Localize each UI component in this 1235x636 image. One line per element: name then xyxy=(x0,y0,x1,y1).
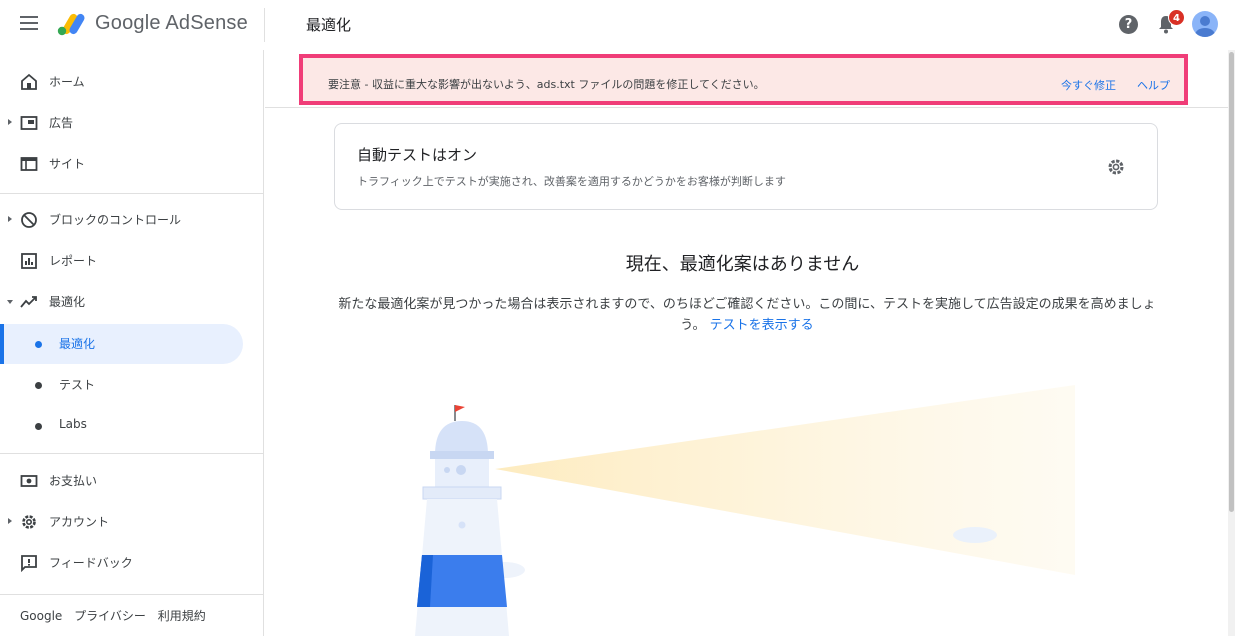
avatar[interactable] xyxy=(1192,11,1218,37)
sidebar: ホーム 広告 サイト ブロックのコントロール レポート 最適化 最適化 テスト … xyxy=(0,50,264,636)
sidebar-item-label: レポート xyxy=(49,254,98,268)
notifications-count-badge: 4 xyxy=(1168,9,1185,26)
home-icon xyxy=(21,73,37,90)
feedback-icon xyxy=(21,555,37,572)
empty-state-description: 新たな最適化案が見つかった場合は表示されますので、のちほどご確認ください。この間… xyxy=(335,294,1159,336)
light-beam xyxy=(495,385,1075,575)
sidebar-item-label: 最適化 xyxy=(49,295,86,309)
sidebar-item-label: ホーム xyxy=(49,75,85,89)
sidebar-subitem-labs[interactable]: Labs xyxy=(0,406,243,446)
cloud xyxy=(953,527,997,543)
optimization-icon xyxy=(20,296,37,308)
lighthouse-dome xyxy=(435,421,488,455)
sidebar-item-payments[interactable]: お支払い xyxy=(0,461,243,501)
top-app-bar: Google AdSense 最適化 ? 4 xyxy=(0,0,1235,50)
empty-state-title: 現在、最適化案はありません xyxy=(625,254,860,275)
bullet-dot-icon xyxy=(35,341,42,348)
alert-message: 要注意 - 収益に重大な影響が出ないよう、ads.txt ファイルの問題を修正し… xyxy=(328,78,765,91)
help-link[interactable]: ヘルプ xyxy=(1137,77,1170,93)
sidebar-item-reports[interactable]: レポート xyxy=(0,241,243,281)
sidebar-subitem-test[interactable]: テスト xyxy=(0,365,243,405)
sidebar-divider xyxy=(0,453,264,454)
sidebar-footer: Google プライバシー 利用規約 xyxy=(20,607,214,624)
scrollbar-thumb[interactable] xyxy=(1229,52,1234,512)
sidebar-item-ads[interactable]: 広告 xyxy=(0,103,243,143)
lamp-light xyxy=(456,465,466,475)
adsense-logo xyxy=(57,13,85,36)
ads-txt-alert-banner: 要注意 - 収益に重大な影響が出ないよう、ads.txt ファイルの問題を修正し… xyxy=(299,54,1188,105)
sidebar-item-label: ブロックのコントロール xyxy=(49,213,182,227)
auto-test-title: 自動テストはオン xyxy=(357,146,478,164)
flag-icon xyxy=(455,405,465,412)
sidebar-item-optimization[interactable]: 最適化 xyxy=(0,282,243,322)
auto-test-card: 自動テストはオン トラフィック上でテストが実施され、改善案を適用するかどうかをお… xyxy=(334,123,1158,210)
alert-strip: 要注意 - 収益に重大な影響が出ないよう、ads.txt ファイルの問題を修正し… xyxy=(265,50,1228,108)
sidebar-item-feedback[interactable]: フィードバック xyxy=(0,543,243,583)
auto-test-description: トラフィック上でテストが実施され、改善案を適用するかどうかをお客様が判断します xyxy=(357,175,786,188)
fix-now-link[interactable]: 今すぐ修正 xyxy=(1061,77,1116,93)
sidebar-item-label: アカウント xyxy=(49,515,110,529)
sidebar-item-label: お支払い xyxy=(49,474,98,488)
footer-privacy-link[interactable]: プライバシー xyxy=(74,609,146,623)
report-icon xyxy=(21,253,37,269)
sidebar-item-label: サイト xyxy=(49,157,86,171)
sidebar-divider xyxy=(0,594,264,595)
expand-caret-icon[interactable] xyxy=(8,216,12,222)
sidebar-divider xyxy=(0,193,264,194)
sidebar-subitem-label: テスト xyxy=(59,378,96,392)
sidebar-item-block-controls[interactable]: ブロックのコントロール xyxy=(0,200,243,240)
sidebar-item-label: フィードバック xyxy=(49,556,133,570)
lighthouse-illustration xyxy=(415,385,1075,636)
main-content: 要注意 - 収益に重大な影響が出ないよう、ads.txt ファイルの問題を修正し… xyxy=(265,50,1235,636)
user-avatar-icon xyxy=(1195,16,1215,37)
page-title: 最適化 xyxy=(306,16,352,34)
sidebar-item-sites[interactable]: サイト xyxy=(0,144,243,184)
bullet-dot-icon xyxy=(35,382,42,389)
sidebar-item-home[interactable]: ホーム xyxy=(0,62,243,102)
collapse-caret-icon[interactable] xyxy=(7,300,13,304)
scrollbar[interactable] xyxy=(1228,50,1235,636)
payments-icon xyxy=(20,475,38,487)
view-tests-link[interactable]: テストを表示する xyxy=(710,318,814,333)
menu-icon[interactable] xyxy=(20,16,38,30)
tower-window xyxy=(458,521,466,529)
sidebar-item-account[interactable]: アカウント xyxy=(0,502,243,542)
expand-caret-icon[interactable] xyxy=(8,119,12,125)
help-icon[interactable]: ? xyxy=(1119,15,1138,34)
ads-icon xyxy=(20,116,38,130)
lamp-window xyxy=(444,467,450,473)
bullet-dot-icon xyxy=(35,423,42,430)
lighthouse-balcony xyxy=(422,486,502,500)
settings-gear-icon[interactable] xyxy=(1106,157,1126,177)
block-icon xyxy=(21,212,37,228)
footer-google-link[interactable]: Google xyxy=(20,609,62,623)
footer-terms-link[interactable]: 利用規約 xyxy=(158,609,206,623)
lighthouse-rim xyxy=(430,451,494,459)
brand-name: Google AdSense xyxy=(95,12,248,34)
expand-caret-icon[interactable] xyxy=(8,518,12,524)
sidebar-item-label: 広告 xyxy=(49,116,74,130)
sites-icon xyxy=(20,157,38,171)
topbar-divider xyxy=(264,8,265,42)
sidebar-subitem-label: Labs xyxy=(59,417,87,431)
sidebar-subitem-optimization[interactable]: 最適化 xyxy=(0,324,243,364)
sidebar-subitem-label: 最適化 xyxy=(59,337,96,351)
account-gear-icon xyxy=(22,515,36,529)
